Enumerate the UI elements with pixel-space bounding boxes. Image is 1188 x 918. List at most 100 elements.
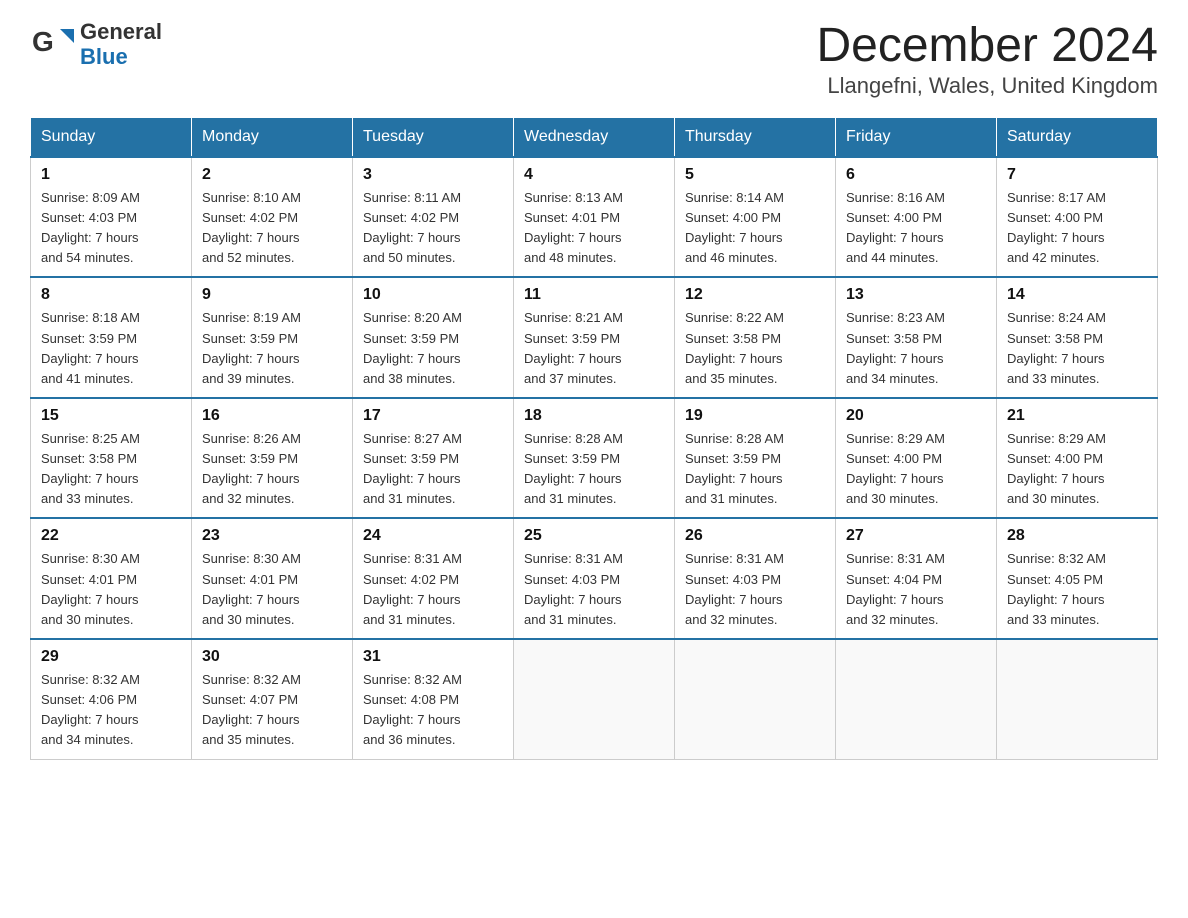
day-number: 30: [202, 648, 342, 666]
day-number: 14: [1007, 286, 1147, 304]
day-info: Sunrise: 8:20 AMSunset: 3:59 PMDaylight:…: [363, 308, 503, 389]
logo-text-line1: General: [80, 20, 162, 44]
logo: G General Blue: [30, 20, 162, 70]
day-info: Sunrise: 8:16 AMSunset: 4:00 PMDaylight:…: [846, 188, 986, 269]
day-info: Sunrise: 8:32 AMSunset: 4:07 PMDaylight:…: [202, 670, 342, 751]
day-number: 26: [685, 527, 825, 545]
day-info: Sunrise: 8:30 AMSunset: 4:01 PMDaylight:…: [202, 549, 342, 630]
calendar-cell: 11Sunrise: 8:21 AMSunset: 3:59 PMDayligh…: [514, 277, 675, 398]
day-info: Sunrise: 8:32 AMSunset: 4:05 PMDaylight:…: [1007, 549, 1147, 630]
calendar-week-row: 22 Sunrise: 8:30 AMSunset: 4:01 PMDayligh…: [31, 518, 1158, 639]
calendar-cell: 27 Sunrise: 8:31 AMSunset: 4:04 PMDayligh…: [836, 518, 997, 639]
calendar-cell: 16 Sunrise: 8:26 AMSunset: 3:59 PMDayligh…: [192, 398, 353, 519]
calendar-cell: 20Sunrise: 8:29 AMSunset: 4:00 PMDayligh…: [836, 398, 997, 519]
day-info: Sunrise: 8:18 AMSunset: 3:59 PMDaylight:…: [41, 308, 181, 389]
day-info: Sunrise: 8:31 AMSunset: 4:03 PMDaylight:…: [524, 549, 664, 630]
logo-text-line2: Blue: [80, 44, 162, 70]
day-info: Sunrise: 8:09 AMSunset: 4:03 PMDaylight:…: [41, 188, 181, 269]
calendar-cell: 30 Sunrise: 8:32 AMSunset: 4:07 PMDayligh…: [192, 639, 353, 759]
column-header-sunday: Sunday: [31, 117, 192, 157]
calendar-cell: 22 Sunrise: 8:30 AMSunset: 4:01 PMDayligh…: [31, 518, 192, 639]
logo-icon: G: [30, 21, 74, 70]
calendar-cell: 5 Sunrise: 8:14 AMSunset: 4:00 PMDaylight…: [675, 157, 836, 278]
page-subtitle: Llangefni, Wales, United Kingdom: [816, 73, 1158, 99]
calendar-cell: 2Sunrise: 8:10 AMSunset: 4:02 PMDaylight…: [192, 157, 353, 278]
column-header-friday: Friday: [836, 117, 997, 157]
day-number: 28: [1007, 527, 1147, 545]
calendar-cell: 19 Sunrise: 8:28 AMSunset: 3:59 PMDayligh…: [675, 398, 836, 519]
day-info: Sunrise: 8:30 AMSunset: 4:01 PMDaylight:…: [41, 549, 181, 630]
day-number: 29: [41, 648, 181, 666]
column-header-thursday: Thursday: [675, 117, 836, 157]
calendar-cell: 25 Sunrise: 8:31 AMSunset: 4:03 PMDayligh…: [514, 518, 675, 639]
calendar-week-row: 29 Sunrise: 8:32 AMSunset: 4:06 PMDayligh…: [31, 639, 1158, 759]
day-number: 31: [363, 648, 503, 666]
calendar-week-row: 8 Sunrise: 8:18 AMSunset: 3:59 PMDaylight…: [31, 277, 1158, 398]
page-title: December 2024: [816, 20, 1158, 73]
svg-text:G: G: [32, 26, 54, 57]
calendar-cell: 31 Sunrise: 8:32 AMSunset: 4:08 PMDayligh…: [353, 639, 514, 759]
calendar-cell: 26Sunrise: 8:31 AMSunset: 4:03 PMDayligh…: [675, 518, 836, 639]
day-info: Sunrise: 8:24 AMSunset: 3:58 PMDaylight:…: [1007, 308, 1147, 389]
calendar-cell: 10 Sunrise: 8:20 AMSunset: 3:59 PMDayligh…: [353, 277, 514, 398]
day-number: 1: [41, 166, 181, 184]
day-info: Sunrise: 8:17 AMSunset: 4:00 PMDaylight:…: [1007, 188, 1147, 269]
calendar-cell: 12Sunrise: 8:22 AMSunset: 3:58 PMDayligh…: [675, 277, 836, 398]
day-number: 8: [41, 286, 181, 304]
day-info: Sunrise: 8:31 AMSunset: 4:02 PMDaylight:…: [363, 549, 503, 630]
calendar-header-row: SundayMondayTuesdayWednesdayThursdayFrid…: [31, 117, 1158, 157]
column-header-wednesday: Wednesday: [514, 117, 675, 157]
day-number: 15: [41, 407, 181, 425]
calendar-cell: 9 Sunrise: 8:19 AMSunset: 3:59 PMDaylight…: [192, 277, 353, 398]
day-info: Sunrise: 8:26 AMSunset: 3:59 PMDaylight:…: [202, 429, 342, 510]
calendar-cell: 17 Sunrise: 8:27 AMSunset: 3:59 PMDayligh…: [353, 398, 514, 519]
day-info: Sunrise: 8:25 AMSunset: 3:58 PMDaylight:…: [41, 429, 181, 510]
day-info: Sunrise: 8:14 AMSunset: 4:00 PMDaylight:…: [685, 188, 825, 269]
day-number: 4: [524, 166, 664, 184]
calendar-cell: [997, 639, 1158, 759]
day-number: 17: [363, 407, 503, 425]
calendar-table: SundayMondayTuesdayWednesdayThursdayFrid…: [30, 117, 1158, 760]
day-number: 24: [363, 527, 503, 545]
day-info: Sunrise: 8:11 AMSunset: 4:02 PMDaylight:…: [363, 188, 503, 269]
day-info: Sunrise: 8:19 AMSunset: 3:59 PMDaylight:…: [202, 308, 342, 389]
day-number: 16: [202, 407, 342, 425]
day-number: 6: [846, 166, 986, 184]
day-info: Sunrise: 8:28 AMSunset: 3:59 PMDaylight:…: [524, 429, 664, 510]
day-number: 3: [363, 166, 503, 184]
calendar-cell: 23 Sunrise: 8:30 AMSunset: 4:01 PMDayligh…: [192, 518, 353, 639]
day-info: Sunrise: 8:32 AMSunset: 4:08 PMDaylight:…: [363, 670, 503, 751]
day-number: 22: [41, 527, 181, 545]
day-number: 21: [1007, 407, 1147, 425]
day-number: 10: [363, 286, 503, 304]
day-number: 19: [685, 407, 825, 425]
day-info: Sunrise: 8:32 AMSunset: 4:06 PMDaylight:…: [41, 670, 181, 751]
calendar-cell: 8 Sunrise: 8:18 AMSunset: 3:59 PMDaylight…: [31, 277, 192, 398]
day-info: Sunrise: 8:28 AMSunset: 3:59 PMDaylight:…: [685, 429, 825, 510]
calendar-cell: 15 Sunrise: 8:25 AMSunset: 3:58 PMDayligh…: [31, 398, 192, 519]
day-number: 25: [524, 527, 664, 545]
day-number: 7: [1007, 166, 1147, 184]
calendar-cell: 3 Sunrise: 8:11 AMSunset: 4:02 PMDaylight…: [353, 157, 514, 278]
column-header-saturday: Saturday: [997, 117, 1158, 157]
title-block: December 2024 Llangefni, Wales, United K…: [816, 20, 1158, 99]
day-info: Sunrise: 8:13 AMSunset: 4:01 PMDaylight:…: [524, 188, 664, 269]
calendar-cell: [836, 639, 997, 759]
day-info: Sunrise: 8:22 AMSunset: 3:58 PMDaylight:…: [685, 308, 825, 389]
day-info: Sunrise: 8:23 AMSunset: 3:58 PMDaylight:…: [846, 308, 986, 389]
day-number: 9: [202, 286, 342, 304]
calendar-cell: 29 Sunrise: 8:32 AMSunset: 4:06 PMDayligh…: [31, 639, 192, 759]
day-info: Sunrise: 8:10 AMSunset: 4:02 PMDaylight:…: [202, 188, 342, 269]
day-number: 23: [202, 527, 342, 545]
column-header-monday: Monday: [192, 117, 353, 157]
day-info: Sunrise: 8:27 AMSunset: 3:59 PMDaylight:…: [363, 429, 503, 510]
day-number: 5: [685, 166, 825, 184]
day-info: Sunrise: 8:21 AMSunset: 3:59 PMDaylight:…: [524, 308, 664, 389]
day-info: Sunrise: 8:31 AMSunset: 4:04 PMDaylight:…: [846, 549, 986, 630]
day-number: 27: [846, 527, 986, 545]
day-number: 20: [846, 407, 986, 425]
calendar-cell: 24 Sunrise: 8:31 AMSunset: 4:02 PMDayligh…: [353, 518, 514, 639]
calendar-cell: 7 Sunrise: 8:17 AMSunset: 4:00 PMDaylight…: [997, 157, 1158, 278]
calendar-week-row: 15 Sunrise: 8:25 AMSunset: 3:58 PMDayligh…: [31, 398, 1158, 519]
day-info: Sunrise: 8:29 AMSunset: 4:00 PMDaylight:…: [1007, 429, 1147, 510]
